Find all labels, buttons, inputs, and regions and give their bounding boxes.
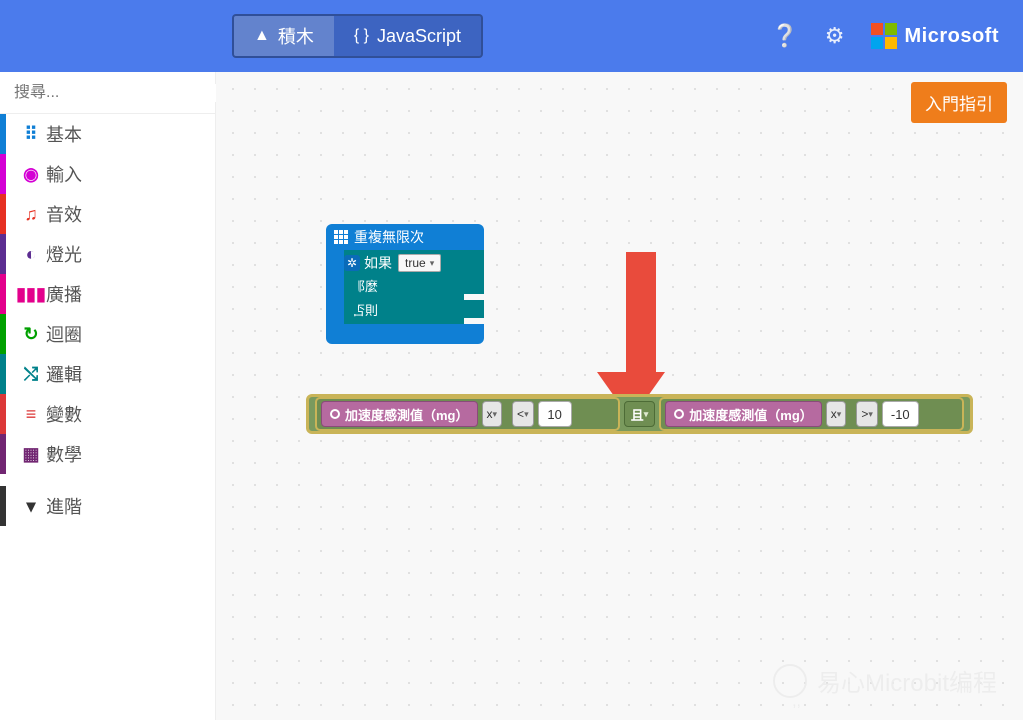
blocks-icon: ▲ <box>254 27 270 45</box>
sidebar-item-variables[interactable]: ≡變數 <box>0 394 215 434</box>
chevron-down-icon: ▾ <box>16 496 46 517</box>
if-row[interactable]: ✲ 如果 true▾ <box>326 250 484 276</box>
editor-tabs: ▲ 積木 { } JavaScript <box>232 14 483 58</box>
sidebar: 🔍 ⠿基本 ◉輸入 ♫音效 ◐燈光 ▮▮▮廣播 ↻迴圈 ⤭邏輯 ≡變數 ▦數學 … <box>0 72 216 720</box>
block-forever[interactable]: 重複無限次 ✲ 如果 true▾ 那麼 否則 <box>326 224 484 344</box>
number-input[interactable]: 10 <box>538 401 572 427</box>
tab-blocks-label: 積木 <box>278 23 314 49</box>
microsoft-label: Microsoft <box>905 25 1000 48</box>
gear-icon[interactable]: ⚙ <box>825 23 845 49</box>
signal-icon: ▮▮▮ <box>16 284 46 305</box>
braces-icon: { } <box>354 27 369 45</box>
block-logic-and[interactable]: 加速度感測值（mg） x ▾ < ▾ 10 且 ▾ 加速度感測值（mg） x ▾… <box>306 394 973 434</box>
operator-dropdown[interactable]: > ▾ <box>856 401 878 427</box>
getting-started-button[interactable]: 入門指引 <box>911 82 1007 123</box>
operator-dropdown[interactable]: < ▾ <box>512 401 534 427</box>
then-label: 那麼 <box>326 276 484 294</box>
top-right: ❔ ⚙ Microsoft <box>771 23 1023 49</box>
microsoft-brand[interactable]: Microsoft <box>871 23 1000 49</box>
search-input[interactable] <box>14 84 221 102</box>
tab-javascript[interactable]: { } JavaScript <box>334 16 481 56</box>
axis-dropdown[interactable]: x ▾ <box>826 401 847 427</box>
tab-blocks[interactable]: ▲ 積木 <box>234 16 334 56</box>
toggle-icon: ◐ <box>16 244 46 265</box>
accel-block[interactable]: 加速度感測值（mg） <box>665 401 822 427</box>
headphones-icon: ♫ <box>16 204 46 225</box>
microsoft-logo-icon <box>871 23 897 49</box>
sidebar-item-music[interactable]: ♫音效 <box>0 194 215 234</box>
watermark: 易心Microbit编程 <box>773 663 997 698</box>
grid-icon <box>334 230 348 244</box>
list-icon: ≡ <box>16 404 46 425</box>
sidebar-item-basic[interactable]: ⠿基本 <box>0 114 215 154</box>
axis-dropdown[interactable]: x ▾ <box>482 401 503 427</box>
sidebar-item-math[interactable]: ▦數學 <box>0 434 215 474</box>
refresh-icon: ↻ <box>16 324 46 345</box>
help-icon[interactable]: ❔ <box>771 23 798 49</box>
sidebar-item-advanced[interactable]: ▾進階 <box>0 486 215 526</box>
condition-slot[interactable]: true▾ <box>398 254 441 272</box>
calculator-icon: ▦ <box>16 444 46 465</box>
accel-block[interactable]: 加速度感測值（mg） <box>321 401 478 427</box>
number-input[interactable]: -10 <box>882 401 919 427</box>
forever-header: 重複無限次 <box>326 224 484 250</box>
grid-icon: ⠿ <box>16 124 46 145</box>
else-label: 否則 <box>326 300 484 318</box>
sidebar-item-input[interactable]: ◉輸入 <box>0 154 215 194</box>
top-bar: ▲ 積木 { } JavaScript ❔ ⚙ Microsoft <box>0 0 1023 72</box>
compare-left[interactable]: 加速度感測值（mg） x ▾ < ▾ 10 <box>315 397 620 431</box>
tab-js-label: JavaScript <box>377 26 461 47</box>
gear-icon[interactable]: ✲ <box>344 255 360 271</box>
sidebar-item-logic[interactable]: ⤭邏輯 <box>0 354 215 394</box>
search-row: 🔍 <box>0 72 215 114</box>
sidebar-item-loops[interactable]: ↻迴圈 <box>0 314 215 354</box>
dropdown-icon: ▾ <box>430 258 435 269</box>
shuffle-icon: ⤭ <box>16 364 46 385</box>
and-dropdown[interactable]: 且 ▾ <box>624 401 656 427</box>
workspace-canvas[interactable]: 入門指引 重複無限次 ✲ 如果 true▾ 那麼 否則 加速度感測值（mg） x… <box>216 72 1023 720</box>
sidebar-item-radio[interactable]: ▮▮▮廣播 <box>0 274 215 314</box>
compare-right[interactable]: 加速度感測值（mg） x ▾ > ▾ -10 <box>659 397 964 431</box>
target-icon: ◉ <box>16 164 46 185</box>
sidebar-item-led[interactable]: ◐燈光 <box>0 234 215 274</box>
wechat-icon <box>773 664 807 698</box>
